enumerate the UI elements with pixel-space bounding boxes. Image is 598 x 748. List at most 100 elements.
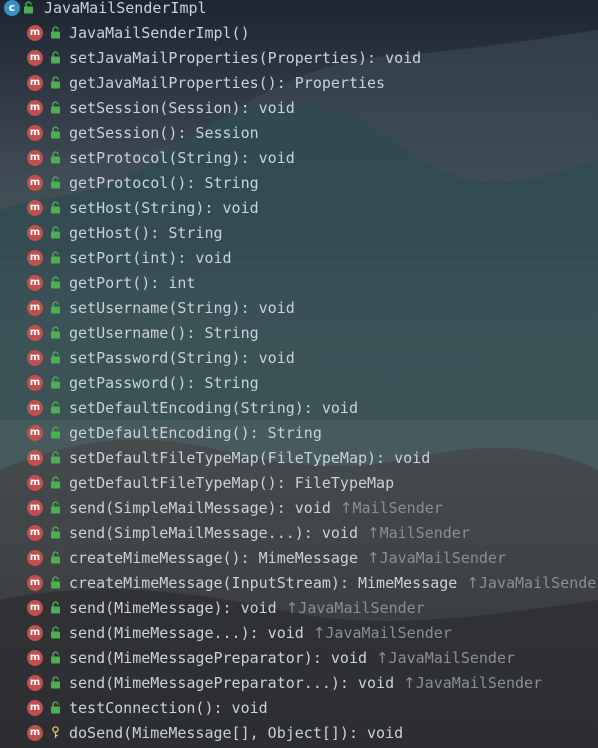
method-icon: m (27, 374, 43, 391)
class-name: JavaMailSenderImpl (44, 0, 207, 17)
member-row[interactable]: m setJavaMailProperties(Properties): void (0, 45, 598, 70)
public-lock-icon (49, 576, 61, 590)
public-lock-icon (49, 201, 61, 215)
public-lock-icon (49, 101, 61, 115)
member-row[interactable]: m send(MimeMessage): void ↑JavaMailSender (0, 595, 598, 620)
member-row[interactable]: m getProtocol(): String (0, 170, 598, 195)
member-list: m JavaMailSenderImpl() m setJavaMailPropert… (0, 20, 598, 745)
class-node[interactable]: c JavaMailSenderImpl (0, 0, 207, 20)
up-arrow-icon: ↑ (366, 548, 380, 567)
public-lock-icon (49, 476, 61, 490)
method-icon: m (27, 149, 43, 166)
public-lock-icon (49, 401, 61, 415)
member-row[interactable]: m setPort(int): void (0, 245, 598, 270)
method-icon: m (27, 299, 43, 316)
public-lock-icon (49, 526, 61, 540)
inherited-source: JavaMailSender (325, 623, 452, 642)
member-row[interactable]: m getSession(): Session (0, 120, 598, 145)
protected-key-icon (49, 726, 61, 740)
public-lock-icon (49, 626, 61, 640)
method-icon: m (27, 24, 43, 41)
member-signature: send(MimeMessagePreparator): void (69, 648, 368, 667)
member-row[interactable]: m setSession(Session): void (0, 95, 598, 120)
public-lock-icon (49, 151, 61, 165)
public-lock-icon (49, 651, 61, 665)
member-row[interactable]: m getJavaMailProperties(): Properties (0, 70, 598, 95)
inherited-from: ↑JavaMailSender (367, 549, 506, 567)
public-lock-icon (49, 426, 61, 440)
member-signature: setHost(String): void (69, 198, 259, 217)
public-lock-icon (49, 301, 61, 315)
member-row[interactable]: m setProtocol(String): void (0, 145, 598, 170)
member-signature: send(MimeMessage...): void (69, 623, 304, 642)
member-signature: getProtocol(): String (69, 173, 259, 192)
public-lock-icon (49, 26, 61, 40)
member-row[interactable]: m JavaMailSenderImpl() (0, 20, 598, 45)
method-icon: m (27, 199, 43, 216)
inherited-from: ↑JavaMailSender (376, 649, 515, 667)
member-signature: doSend(MimeMessage[], Object[]): void (69, 723, 404, 742)
member-row[interactable]: m setDefaultEncoding(String): void (0, 395, 598, 420)
member-signature: setProtocol(String): void (69, 148, 295, 167)
method-icon: m (27, 699, 43, 716)
method-icon: m (27, 124, 43, 141)
member-signature: send(SimpleMailMessage): void (69, 498, 331, 517)
method-icon: m (27, 474, 43, 491)
method-icon: m (27, 224, 43, 241)
member-row[interactable]: m send(MimeMessagePreparator): void ↑JavaM… (0, 645, 598, 670)
method-icon: m (27, 349, 43, 366)
public-lock-icon (23, 0, 34, 18)
public-lock-icon (49, 226, 61, 240)
member-row[interactable]: m send(SimpleMailMessage): void ↑MailSende… (0, 495, 598, 520)
member-signature: getSession(): Session (69, 123, 259, 142)
structure-panel: c JavaMailSenderImpl m JavaMailSenderImpl… (0, 0, 598, 748)
member-row[interactable]: m createMimeMessage(InputStream): MimeMes… (0, 570, 598, 595)
member-signature: testConnection(): void (69, 698, 268, 717)
public-lock-icon (49, 76, 61, 90)
member-row[interactable]: m setDefaultFileTypeMap(FileTypeMap): voi… (0, 445, 598, 470)
member-row[interactable]: m getHost(): String (0, 220, 598, 245)
member-signature: send(MimeMessagePreparator...): void (69, 673, 395, 692)
public-lock-icon (49, 51, 61, 65)
member-row[interactable]: m setHost(String): void (0, 195, 598, 220)
method-icon: m (27, 574, 43, 591)
public-lock-icon (49, 451, 61, 465)
member-row[interactable]: m setUsername(String): void (0, 295, 598, 320)
member-signature: send(MimeMessage): void (69, 598, 277, 617)
member-row[interactable]: m getDefaultEncoding(): String (0, 420, 598, 445)
member-signature: setPassword(String): void (69, 348, 295, 367)
member-signature: getDefaultEncoding(): String (69, 423, 322, 442)
method-icon: m (27, 74, 43, 91)
member-row[interactable]: m send(SimpleMailMessage...): void ↑MailSe… (0, 520, 598, 545)
member-row[interactable]: m testConnection(): void (0, 695, 598, 720)
member-signature: createMimeMessage(): MimeMessage (69, 548, 358, 567)
up-arrow-icon: ↑ (403, 673, 416, 692)
member-row[interactable]: m getDefaultFileTypeMap(): FileTypeMap (0, 470, 598, 495)
method-icon: m (27, 49, 43, 66)
member-row[interactable]: m doSend(MimeMessage[], Object[]): void (0, 720, 598, 745)
method-icon: m (27, 274, 43, 291)
class-icon: c (4, 0, 20, 16)
method-icon: m (27, 249, 43, 266)
up-arrow-icon: ↑ (285, 598, 299, 617)
member-signature: send(SimpleMailMessage...): void (69, 523, 358, 542)
public-lock-icon (49, 601, 61, 615)
inherited-from: ↑MailSender (340, 499, 443, 517)
member-row[interactable]: m getUsername(): String (0, 320, 598, 345)
method-icon: m (27, 724, 43, 741)
member-signature: setUsername(String): void (69, 298, 295, 317)
member-row[interactable]: m setPassword(String): void (0, 345, 598, 370)
member-row[interactable]: m getPassword(): String (0, 370, 598, 395)
member-row[interactable]: m createMimeMessage(): MimeMessage ↑JavaMa… (0, 545, 598, 570)
inherited-source: JavaMailSender (415, 673, 543, 692)
member-row[interactable]: m send(MimeMessage...): void ↑JavaMailSend… (0, 620, 598, 645)
member-signature: createMimeMessage(InputStream): MimeMess… (69, 573, 458, 592)
member-row[interactable]: m getPort(): int (0, 270, 598, 295)
public-lock-icon (49, 251, 61, 265)
method-icon: m (27, 449, 43, 466)
inherited-source: JavaMailSender (379, 548, 506, 567)
member-row[interactable]: m send(MimeMessagePreparator...): void ↑Ja… (0, 670, 598, 695)
public-lock-icon (49, 676, 61, 690)
method-icon: m (27, 549, 43, 566)
member-signature: getUsername(): String (69, 323, 259, 342)
